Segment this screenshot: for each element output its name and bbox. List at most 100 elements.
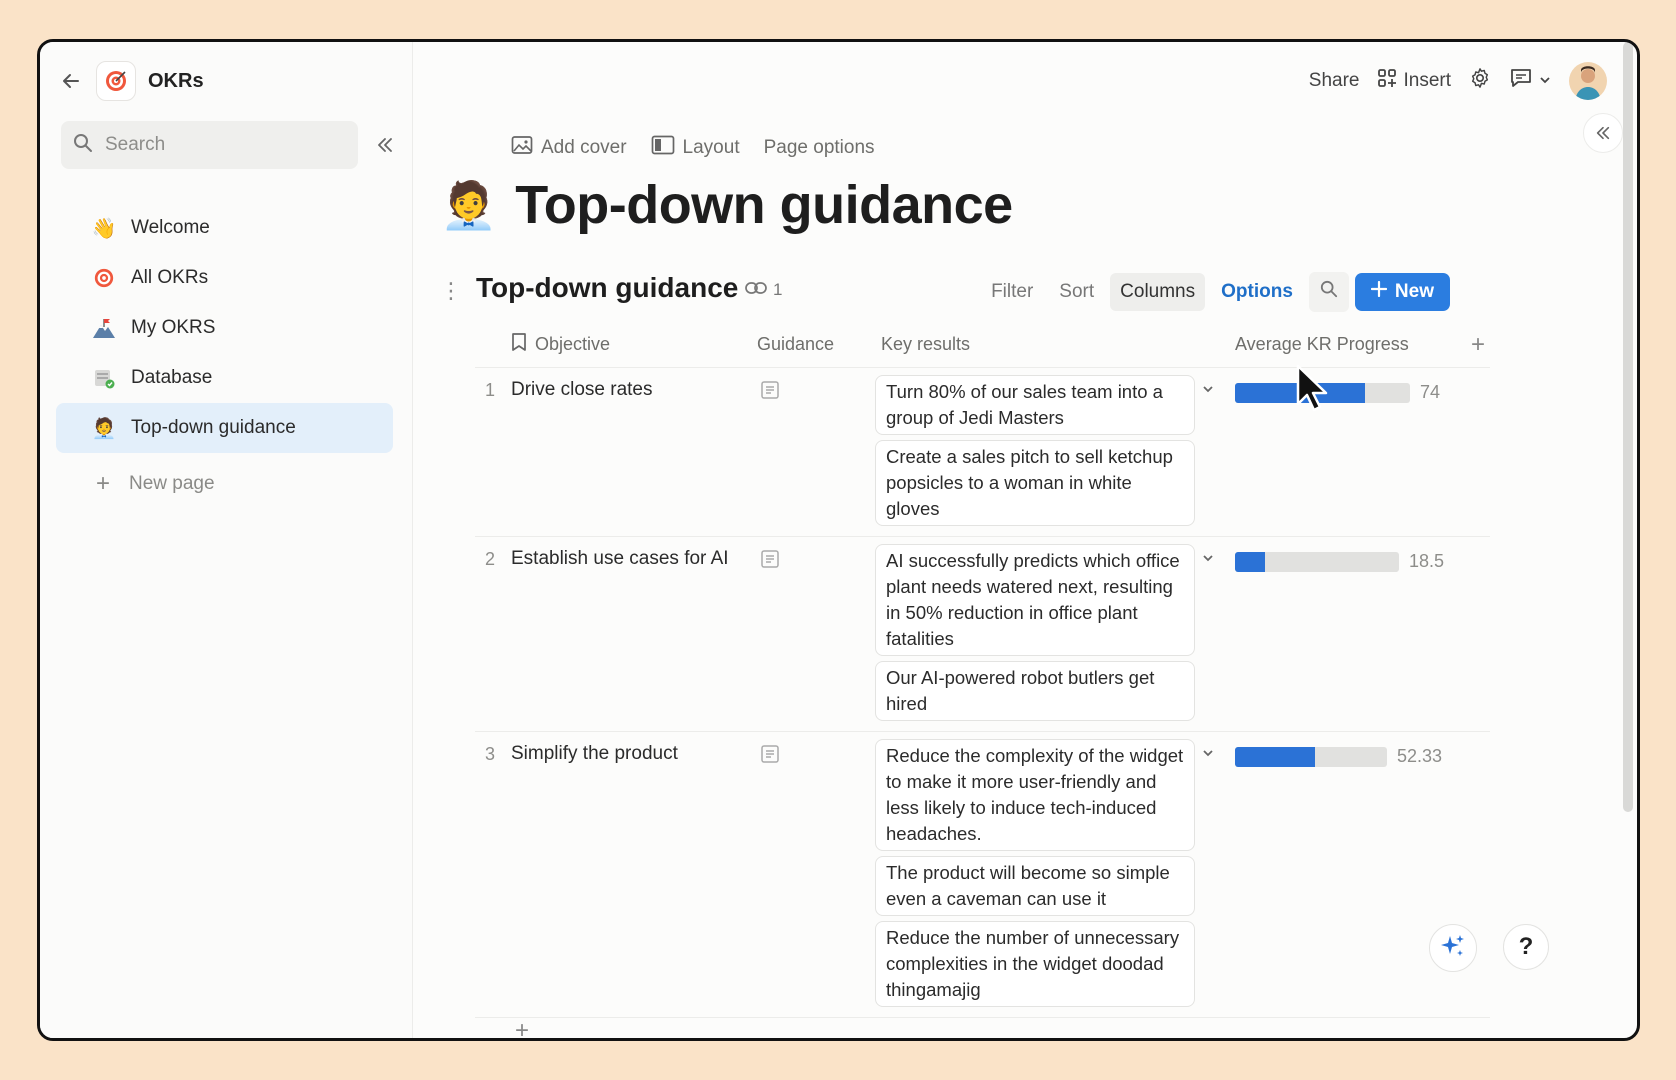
search-icon: [1320, 280, 1338, 304]
table-row[interactable]: 3 Simplify the product Reduce the comple…: [475, 732, 1490, 1018]
help-button[interactable]: ?: [1503, 924, 1549, 970]
table-row[interactable]: 2 Establish use cases for AI AI successf…: [475, 537, 1490, 732]
page-options-bar: Add cover Layout Page options: [511, 135, 875, 161]
settings-button[interactable]: [1469, 67, 1491, 95]
comments-button[interactable]: [1509, 67, 1551, 95]
sidebar-item-top-down-guidance[interactable]: 🧑‍💼 Top-down guidance: [56, 403, 393, 453]
layout-label: Layout: [682, 137, 740, 158]
search-icon: [73, 133, 93, 158]
row-number: 1: [485, 380, 496, 400]
options-button[interactable]: Options: [1211, 273, 1303, 311]
column-header-average-kr-progress[interactable]: Average KR Progress: [1235, 334, 1409, 355]
key-result-chip[interactable]: Reduce the number of unnecessary complex…: [875, 921, 1195, 1007]
database-title[interactable]: Top-down guidance: [476, 272, 738, 304]
progress-cell: 52.33: [1235, 746, 1442, 767]
key-result-chip[interactable]: AI successfully predicts which office pl…: [875, 544, 1195, 656]
plus-icon: +: [95, 470, 110, 497]
waving-hand-icon: 👋: [91, 217, 117, 240]
grid-icon: [1377, 68, 1397, 94]
document-icon[interactable]: [760, 380, 780, 405]
add-cover-label: Add cover: [541, 137, 627, 158]
search-placeholder: Search: [105, 134, 166, 155]
scrollbar[interactable]: [1623, 42, 1633, 812]
filter-button[interactable]: Filter: [981, 273, 1043, 311]
comment-icon: [1509, 67, 1533, 95]
database-icon: [91, 365, 117, 391]
progress-cell: 18.5: [1235, 551, 1444, 572]
progress-bar: [1235, 746, 1387, 767]
top-bar: Share Insert: [1309, 58, 1607, 104]
new-page-label: New page: [129, 473, 215, 494]
share-label: Share: [1308, 70, 1360, 91]
sidebar-header: OKRs: [56, 58, 204, 104]
add-column-icon[interactable]: +: [1471, 331, 1485, 359]
key-result-chip[interactable]: The product will become so simple even a…: [875, 856, 1195, 916]
share-button[interactable]: Share: [1309, 70, 1360, 92]
linked-count[interactable]: 1: [745, 280, 782, 300]
objective-cell[interactable]: Simplify the product: [511, 743, 678, 765]
key-result-chip[interactable]: Our AI-powered robot butlers get hired: [875, 661, 1195, 721]
columns-button[interactable]: Columns: [1110, 273, 1206, 311]
sidebar-item-label: Database: [131, 367, 213, 388]
back-arrow-icon[interactable]: [56, 66, 86, 96]
key-result-chip[interactable]: Create a sales pitch to sell ketchup pop…: [875, 440, 1195, 526]
column-label: Objective: [535, 334, 611, 354]
collapse-right-panel-icon[interactable]: [1583, 113, 1623, 153]
database-header: ⋮ Top-down guidance 1 Filter Sort Column…: [440, 268, 1450, 318]
chevron-down-icon[interactable]: [1202, 746, 1214, 764]
person-info-icon: 🧑‍💼: [91, 417, 117, 440]
add-cover-button[interactable]: Add cover: [511, 135, 627, 161]
key-result-chip[interactable]: Reduce the complexity of the widget to m…: [875, 739, 1195, 851]
person-info-icon[interactable]: 🧑‍💼: [440, 178, 497, 233]
chevron-down-icon[interactable]: [1202, 382, 1214, 400]
sidebar-item-database[interactable]: Database: [56, 353, 393, 403]
database-toolbar: Filter Sort Columns Options New: [981, 272, 1450, 312]
search-input[interactable]: Search: [61, 121, 358, 169]
key-results-cell: AI successfully predicts which office pl…: [875, 537, 1195, 731]
sidebar-item-welcome[interactable]: 👋 Welcome: [56, 203, 393, 253]
key-result-chip[interactable]: Turn 80% of our sales team into a group …: [875, 375, 1195, 435]
sidebar-item-label: Welcome: [131, 217, 210, 238]
target-icon[interactable]: [96, 61, 136, 101]
target-icon: [91, 265, 117, 291]
sidebar-item-my-okrs[interactable]: My OKRS: [56, 303, 393, 353]
column-header-objective[interactable]: Objective: [511, 332, 610, 357]
sparkle-icon: [1439, 932, 1467, 965]
new-record-button[interactable]: New: [1354, 273, 1450, 311]
table-row[interactable]: 1 Drive close rates Turn 80% of our sale…: [475, 368, 1490, 537]
add-row-icon[interactable]: +: [515, 1017, 529, 1038]
insert-button[interactable]: Insert: [1377, 68, 1451, 94]
column-header-key-results[interactable]: Key results: [881, 334, 970, 355]
progress-value: 52.33: [1397, 746, 1443, 766]
column-header-guidance[interactable]: Guidance: [757, 334, 834, 355]
progress-bar: [1235, 551, 1399, 572]
gear-icon: [1469, 67, 1491, 95]
objective-cell[interactable]: Establish use cases for AI: [511, 548, 729, 570]
bookmark-icon: [511, 332, 527, 357]
chevron-down-icon: [1539, 70, 1551, 92]
ai-sparkle-button[interactable]: [1429, 924, 1477, 972]
document-icon[interactable]: [760, 744, 780, 769]
drag-handle-icon[interactable]: ⋮: [440, 278, 462, 304]
document-icon[interactable]: [760, 549, 780, 574]
sidebar: OKRs Search 👋 Welcome All OKRs My OKRS D…: [40, 42, 413, 1038]
page-title[interactable]: Top-down guidance: [515, 174, 1013, 236]
new-page-button[interactable]: + New page: [56, 459, 393, 509]
chevron-down-icon[interactable]: [1202, 551, 1214, 569]
database-search-button[interactable]: [1308, 272, 1349, 312]
objective-cell[interactable]: Drive close rates: [511, 379, 653, 401]
row-number: 2: [485, 549, 496, 569]
page-options-button[interactable]: Page options: [764, 135, 875, 161]
page-title-area: 🧑‍💼 Top-down guidance: [440, 174, 1013, 236]
sidebar-item-label: All OKRs: [131, 267, 209, 288]
table-header: Objective Guidance Key results Average K…: [475, 322, 1490, 368]
row-number: 3: [485, 744, 496, 764]
sidebar-item-label: Top-down guidance: [131, 417, 296, 438]
avatar[interactable]: [1569, 62, 1607, 100]
progress-value: 74: [1420, 382, 1441, 402]
sidebar-item-all-okrs[interactable]: All OKRs: [56, 253, 393, 303]
mountain-flag-icon: [91, 315, 117, 341]
collapse-sidebar-icon[interactable]: [372, 132, 398, 158]
layout-button[interactable]: Layout: [651, 135, 740, 161]
sort-button[interactable]: Sort: [1049, 273, 1104, 311]
